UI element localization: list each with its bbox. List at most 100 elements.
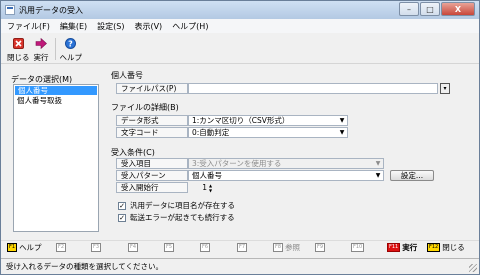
f2-key-button[interactable]: F2 xyxy=(56,243,68,252)
f3-key-icon: F3 xyxy=(91,243,102,252)
chevron-down-icon: ▼ xyxy=(339,117,345,124)
toolbar: 閉じる 実行 ? ヘルプ xyxy=(1,34,479,64)
browse-icon: ▾ xyxy=(443,85,447,92)
maximize-button[interactable]: □ xyxy=(420,2,440,16)
start-row-stepper[interactable]: 1 ▲ ▼ xyxy=(188,182,216,193)
svg-text:?: ? xyxy=(68,39,73,48)
continue-on-error-label: 転送エラーが起きても続行する xyxy=(130,213,235,222)
format-label: データ形式 xyxy=(116,115,188,126)
close-icon xyxy=(12,37,24,49)
data-selection-list[interactable]: 個人番号 個人番号取扱 xyxy=(13,84,99,232)
start-row-value: 1 xyxy=(202,183,207,192)
chevron-down-icon: ▼ xyxy=(339,129,345,136)
f1-key-button[interactable]: F1 ヘルプ xyxy=(7,242,42,253)
import-item-value: 3:受入パターンを使用する xyxy=(192,159,282,168)
chevron-down-icon: ▼ xyxy=(375,172,381,179)
run-tool-label: 実行 xyxy=(33,53,49,62)
pattern-value: 個人番号 xyxy=(192,171,222,180)
app-icon xyxy=(5,5,15,15)
window-title: 汎用データの受入 xyxy=(19,5,83,15)
f8-label: 参照 xyxy=(285,243,301,252)
format-select[interactable]: 1:カンマ区切り（CSV形式） ▼ xyxy=(188,115,348,126)
function-key-bar: F1 ヘルプ F2 F3 F4 F5 F6 F7 F8 参照 F9 F10 F11 実… xyxy=(1,240,479,254)
window-controls: – □ X xyxy=(399,2,475,16)
file-path-row: ファイルパス(P) ▾ xyxy=(116,83,450,94)
pattern-row: 受入パターン 個人番号 ▼ 設定... xyxy=(116,170,434,181)
section-title-file-detail: ファイルの詳細(B) xyxy=(111,103,179,112)
charset-label: 文字コード xyxy=(116,127,188,138)
f12-label: 閉じる xyxy=(442,243,465,252)
browse-button[interactable]: ▾ xyxy=(440,83,450,94)
menu-edit[interactable]: 編集(E) xyxy=(60,21,87,32)
run-arrow-icon xyxy=(35,37,47,49)
import-item-select[interactable]: 3:受入パターンを使用する ▼ xyxy=(188,158,384,169)
menu-help[interactable]: ヘルプ(H) xyxy=(172,21,208,32)
f6-key-button[interactable]: F6 xyxy=(200,243,212,252)
f8-key-button[interactable]: F8 参照 xyxy=(273,242,300,253)
menu-file[interactable]: ファイル(F) xyxy=(7,21,50,32)
list-item-personal-number-handling[interactable]: 個人番号取扱 xyxy=(14,96,98,105)
pattern-settings-button[interactable]: 設定... xyxy=(390,170,434,181)
f8-key-icon: F8 xyxy=(273,243,284,252)
minimize-button[interactable]: – xyxy=(399,2,419,16)
help-tool-label: ヘルプ xyxy=(59,53,83,62)
f4-key-icon: F4 xyxy=(128,243,139,252)
run-tool-button[interactable]: 実行 xyxy=(34,34,49,63)
close-tool-label: 閉じる xyxy=(7,53,30,62)
menu-settings[interactable]: 設定(S) xyxy=(97,21,124,32)
menu-bar: ファイル(F) 編集(E) 設定(S) 表示(V) ヘルプ(H) xyxy=(1,19,479,33)
close-tool-button[interactable]: 閉じる xyxy=(7,34,30,63)
format-row: データ形式 1:カンマ区切り（CSV形式） ▼ xyxy=(116,115,348,126)
f11-label: 実行 xyxy=(402,243,418,252)
section-title-personal-number: 個人番号 xyxy=(111,71,143,80)
f10-key-button[interactable]: F10 xyxy=(351,243,366,252)
menu-view[interactable]: 表示(V) xyxy=(134,21,162,32)
charset-select[interactable]: 0:自動判定 ▼ xyxy=(188,127,348,138)
status-text: 受け入れるデータの種類を選択してください。 xyxy=(6,262,164,271)
f3-key-button[interactable]: F3 xyxy=(91,243,103,252)
f4-key-button[interactable]: F4 xyxy=(128,243,140,252)
pattern-select[interactable]: 個人番号 ▼ xyxy=(188,170,384,181)
pattern-label: 受入パターン xyxy=(116,170,188,181)
continue-on-error-checkbox[interactable]: ✓ 転送エラーが起きても続行する xyxy=(118,212,235,223)
f12-key-button[interactable]: F12 閉じる xyxy=(427,242,465,253)
f1-key-icon: F1 xyxy=(7,243,18,252)
f7-key-button[interactable]: F7 xyxy=(237,243,249,252)
section-title-conditions: 受入条件(C) xyxy=(111,148,155,157)
f11-key-icon: F11 xyxy=(387,243,401,252)
title-bar: 汎用データの受入 – □ X xyxy=(1,1,479,19)
close-window-button[interactable]: X xyxy=(441,2,475,16)
f12-key-icon: F12 xyxy=(427,243,441,252)
start-row-label: 受入開始行 xyxy=(116,182,188,193)
f2-key-icon: F2 xyxy=(56,243,67,252)
f9-key-button[interactable]: F9 xyxy=(315,243,327,252)
has-header-label: 汎用データに項目名が存在する xyxy=(130,201,235,210)
main-window: 汎用データの受入 – □ X ファイル(F) 編集(E) 設定(S) 表示(V)… xyxy=(0,0,480,275)
f1-label: ヘルプ xyxy=(19,243,42,252)
f9-key-icon: F9 xyxy=(315,243,326,252)
spin-arrows-icon[interactable]: ▲ ▼ xyxy=(209,183,216,193)
format-value: 1:カンマ区切り（CSV形式） xyxy=(192,116,290,125)
status-bar: 受け入れるデータの種類を選択してください。 xyxy=(1,258,479,274)
chevron-down-icon: ▼ xyxy=(375,160,381,167)
has-header-checkbox[interactable]: ✓ 汎用データに項目名が存在する xyxy=(118,200,235,211)
charset-value: 0:自動判定 xyxy=(192,128,230,137)
charset-row: 文字コード 0:自動判定 ▼ xyxy=(116,127,348,138)
f5-key-icon: F5 xyxy=(164,243,175,252)
f10-key-icon: F10 xyxy=(351,243,365,252)
help-icon: ? xyxy=(65,37,77,49)
f5-key-button[interactable]: F5 xyxy=(164,243,176,252)
checkbox-checked-icon: ✓ xyxy=(118,201,126,210)
resize-grip-icon[interactable] xyxy=(469,264,477,272)
f11-key-button[interactable]: F11 実行 xyxy=(387,242,417,253)
toolbar-separator xyxy=(54,38,56,60)
file-path-input[interactable] xyxy=(188,83,438,94)
import-item-row: 受入項目 3:受入パターンを使用する ▼ xyxy=(116,158,384,169)
f6-key-icon: F6 xyxy=(200,243,211,252)
checkbox-checked-icon: ✓ xyxy=(118,213,126,222)
import-item-label: 受入項目 xyxy=(116,158,188,169)
help-tool-button[interactable]: ? ヘルプ xyxy=(59,34,83,63)
start-row-row: 受入開始行 1 ▲ ▼ xyxy=(116,182,216,193)
list-item-personal-number[interactable]: 個人番号 xyxy=(15,86,97,95)
f7-key-icon: F7 xyxy=(237,243,248,252)
